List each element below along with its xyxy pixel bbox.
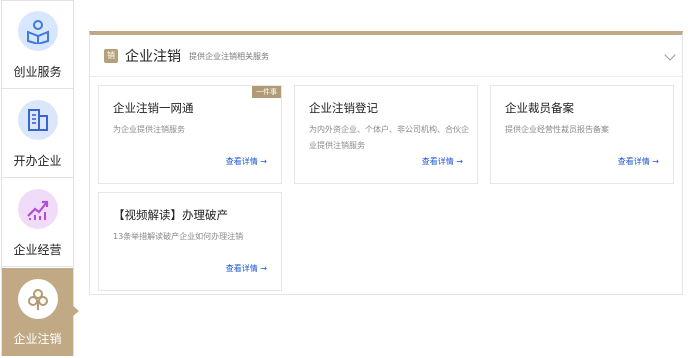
card-description: 为内外资企业、个体户、非公司机构、合伙企业提供注销服务 [309,125,469,150]
panel-subtitle: 提供企业注销相关服务 [189,52,269,61]
card-deregistration-one-stop[interactable]: 一件事 企业注销一网通 为企业提供注销服务 查看详情 → [98,85,282,184]
card-title: 企业注销登记 [309,101,378,115]
card-description: 13条举措解读破产企业如何办理注销 [113,232,244,241]
sidebar-item-label: 开办企业 [13,154,62,168]
sidebar-item-label: 企业经营 [13,243,62,257]
sidebar-item-label: 创业服务 [13,65,62,79]
card-title: 企业注销一网通 [113,101,194,115]
sidebar-item-startup-services[interactable]: 创业服务 [2,1,73,89]
card-title: 企业裁员备案 [505,101,574,115]
view-details-link[interactable]: 查看详情 → [226,263,267,274]
page: 创业服务 开办企业 企业经营 企业注销 销 企业注销 提供企业注销相关服务 一件… [0,0,688,358]
card-layoff-filing[interactable]: 企业裁员备案 提供企业经营性裁员报告备案 查看详情 → [490,85,674,184]
view-details-link[interactable]: 查看详情 → [618,156,659,167]
sidebar-item-deregistration[interactable]: 企业注销 [2,268,73,356]
panel-header[interactable]: 销 企业注销 提供企业注销相关服务 [90,35,682,77]
card-deregistration-registration[interactable]: 企业注销登记 为内外资企业、个体户、非公司机构、合伙企业提供注销服务 查看详情 … [294,85,478,184]
flower-icon [18,279,58,319]
building-icon [18,100,58,140]
sidebar-item-label: 企业注销 [13,332,62,346]
card-video-bankruptcy[interactable]: 【视频解读】办理破产 13条举措解读破产企业如何办理注销 查看详情 → [98,192,282,291]
view-details-link[interactable]: 查看详情 → [422,156,463,167]
growth-chart-icon [18,189,58,229]
sidebar: 创业服务 开办企业 企业经营 企业注销 [1,0,74,356]
active-pointer [72,305,79,317]
one-thing-tag: 一件事 [252,86,281,98]
reading-person-icon [18,11,58,51]
card-title: 【视频解读】办理破产 [113,208,228,222]
card-description: 为企业提供注销服务 [113,125,185,134]
panel-badge: 销 [104,49,118,63]
panel-title: 企业注销 [125,49,181,65]
sidebar-item-start-business[interactable]: 开办企业 [2,90,73,178]
sidebar-item-business-operation[interactable]: 企业经营 [2,179,73,267]
view-details-link[interactable]: 查看详情 → [226,156,267,167]
chevron-down-icon[interactable] [664,49,676,61]
deregistration-panel: 销 企业注销 提供企业注销相关服务 一件事 企业注销一网通 为企业提供注销服务 … [89,31,683,295]
card-description: 提供企业经营性裁员报告备案 [505,125,609,134]
